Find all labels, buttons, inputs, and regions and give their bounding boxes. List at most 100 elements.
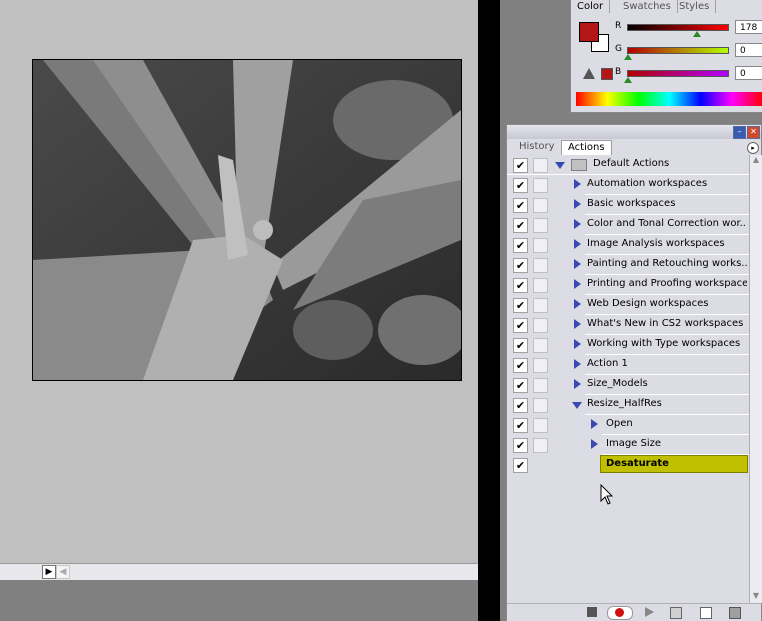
triangle-right-icon[interactable] (574, 179, 581, 189)
mouse-pointer-icon (600, 484, 614, 505)
checkmark-icon[interactable]: ✔ (513, 278, 528, 293)
dialog-toggle[interactable] (533, 418, 548, 433)
triangle-right-icon[interactable] (574, 319, 581, 329)
dialog-toggle[interactable] (533, 398, 548, 413)
tab-color[interactable]: Color (571, 0, 611, 13)
action-set-item[interactable]: ✔ Size_Models (507, 375, 749, 395)
action-set-item[interactable]: ✔ Basic workspaces (507, 195, 749, 215)
triangle-right-icon[interactable] (574, 359, 581, 369)
tab-actions[interactable]: Actions (561, 140, 612, 155)
dialog-toggle[interactable] (533, 318, 548, 333)
vertical-scrollbar[interactable]: ▲ ▼ (749, 155, 762, 603)
new-icon[interactable] (700, 607, 712, 619)
gamut-swatch[interactable] (601, 68, 613, 80)
dialog-toggle[interactable] (533, 198, 548, 213)
warning-icon[interactable] (583, 68, 595, 79)
action-set-item[interactable]: ✔ Action 1 (507, 355, 749, 375)
triangle-right-icon[interactable] (574, 339, 581, 349)
scroll-up-icon[interactable]: ▲ (751, 155, 761, 165)
checkmark-icon[interactable]: ✔ (513, 458, 528, 473)
action-set-item[interactable]: ✔ Printing and Proofing workspaces (507, 275, 749, 295)
foreground-color-swatch[interactable] (579, 22, 599, 42)
triangle-right-icon[interactable] (591, 419, 598, 429)
dialog-toggle[interactable] (533, 378, 548, 393)
checkmark-icon[interactable]: ✔ (513, 318, 528, 333)
red-slider-thumb[interactable] (693, 31, 701, 37)
checkmark-icon[interactable]: ✔ (513, 438, 528, 453)
tab-styles[interactable]: Styles (673, 0, 717, 13)
workspace-bottom-area (0, 580, 478, 621)
dialog-toggle[interactable] (533, 238, 548, 253)
dialog-toggle[interactable] (533, 358, 548, 373)
scroll-left-icon[interactable]: ◀ (56, 565, 70, 579)
triangle-right-icon[interactable] (574, 239, 581, 249)
triangle-right-icon[interactable] (574, 379, 581, 389)
action-set-item[interactable]: ✔ Image Analysis workspaces (507, 235, 749, 255)
dialog-toggle[interactable] (533, 298, 548, 313)
checkmark-icon[interactable]: ✔ (513, 418, 528, 433)
trash-icon[interactable] (729, 607, 741, 619)
checkmark-icon[interactable]: ✔ (513, 398, 528, 413)
folder-icon[interactable] (670, 607, 682, 619)
action-set-item[interactable]: ✔ Painting and Retouching works... (507, 255, 749, 275)
action-set-item[interactable]: ✔ Working with Type workspaces (507, 335, 749, 355)
triangle-right-icon[interactable] (574, 299, 581, 309)
triangle-right-icon[interactable] (591, 439, 598, 449)
triangle-down-icon[interactable] (555, 162, 565, 169)
stop-icon[interactable] (587, 607, 597, 617)
green-slider[interactable] (627, 47, 729, 54)
panel-menu-icon[interactable]: ▸ (747, 142, 759, 154)
green-slider-thumb[interactable] (624, 54, 632, 60)
checkmark-icon[interactable]: ✔ (513, 258, 528, 273)
triangle-right-icon[interactable] (574, 259, 581, 269)
tab-history[interactable]: History (513, 140, 561, 154)
dialog-toggle[interactable] (533, 218, 548, 233)
scroll-down-icon[interactable]: ▼ (751, 591, 761, 601)
checkmark-icon[interactable]: ✔ (513, 238, 528, 253)
color-ramp[interactable] (576, 92, 762, 106)
triangle-right-icon[interactable] (574, 199, 581, 209)
blue-slider-thumb[interactable] (624, 77, 632, 83)
triangle-right-icon[interactable] (574, 219, 581, 229)
checkmark-icon[interactable]: ✔ (513, 218, 528, 233)
horizontal-scrollbar[interactable]: ▶ ◀ (0, 563, 478, 580)
play-icon[interactable] (645, 607, 654, 617)
checkmark-icon[interactable]: ✔ (513, 178, 528, 193)
dialog-toggle[interactable] (533, 258, 548, 273)
dialog-toggle[interactable] (533, 278, 548, 293)
checkmark-icon[interactable]: ✔ (513, 198, 528, 213)
action-label: Resize_HalfRes (587, 398, 662, 409)
action-step-item-selected[interactable]: ✔ Desaturate (507, 455, 749, 475)
action-step-item[interactable]: ✔ Open (507, 415, 749, 435)
checkmark-icon[interactable]: ✔ (513, 338, 528, 353)
action-step-item[interactable]: ✔ Image Size (507, 435, 749, 455)
dialog-toggle[interactable] (533, 338, 548, 353)
action-set-default[interactable]: ✔ Default Actions (507, 155, 749, 175)
action-set-item-expanded[interactable]: ✔ Resize_HalfRes (507, 395, 749, 415)
triangle-down-icon[interactable] (572, 402, 582, 409)
panel-titlebar[interactable]: – ✕ (507, 125, 761, 139)
close-icon[interactable]: ✕ (747, 126, 760, 139)
scroll-right-icon[interactable]: ▶ (42, 565, 56, 579)
blue-value-field[interactable]: 0 (735, 66, 762, 80)
red-value-field[interactable]: 178 (735, 20, 762, 34)
checkmark-icon[interactable]: ✔ (513, 358, 528, 373)
record-button[interactable] (607, 606, 633, 620)
dialog-toggle[interactable] (533, 438, 548, 453)
red-slider[interactable] (627, 24, 729, 31)
checkmark-icon[interactable]: ✔ (513, 378, 528, 393)
tab-swatches[interactable]: Swatches (617, 0, 678, 13)
dialog-toggle[interactable] (533, 158, 548, 173)
action-set-item[interactable]: ✔ Color and Tonal Correction wor... (507, 215, 749, 235)
action-set-item[interactable]: ✔ What's New in CS2 workspaces (507, 315, 749, 335)
checkmark-icon[interactable]: ✔ (513, 298, 528, 313)
document-image[interactable] (32, 59, 462, 381)
checkmark-icon[interactable]: ✔ (513, 158, 528, 173)
blue-slider[interactable] (627, 70, 729, 77)
action-set-item[interactable]: ✔ Web Design workspaces (507, 295, 749, 315)
dialog-toggle[interactable] (533, 178, 548, 193)
green-value-field[interactable]: 0 (735, 43, 762, 57)
action-set-item[interactable]: ✔ Automation workspaces (507, 175, 749, 195)
minimize-icon[interactable]: – (733, 126, 746, 139)
triangle-right-icon[interactable] (574, 279, 581, 289)
